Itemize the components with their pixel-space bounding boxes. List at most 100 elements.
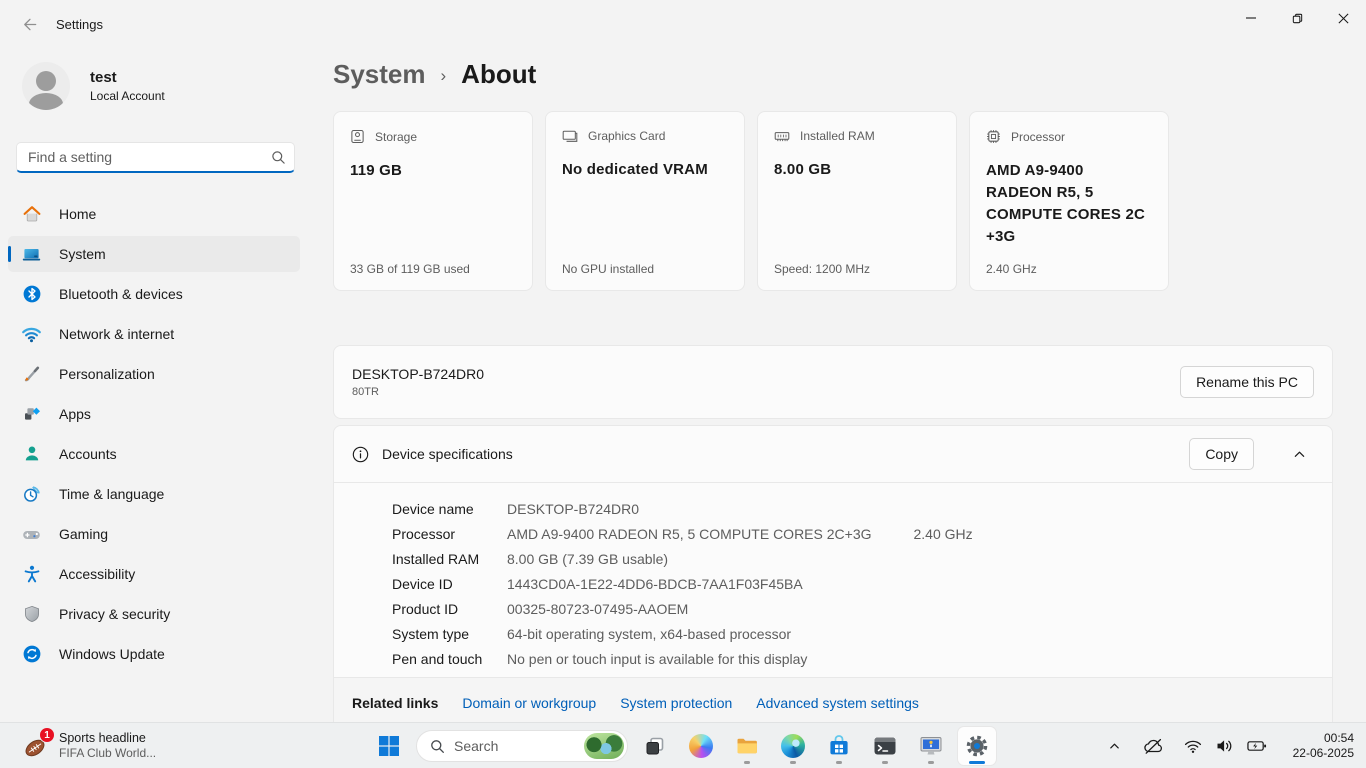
- running-indicator: [790, 761, 796, 764]
- card-footer: Speed: 1200 MHz: [774, 262, 870, 276]
- search-icon: [430, 739, 445, 754]
- link-domain-workgroup[interactable]: Domain or workgroup: [462, 695, 596, 711]
- sidebar-item-privacy-security[interactable]: Privacy & security: [8, 596, 300, 632]
- ram-icon: [774, 130, 790, 143]
- sidebar-item-system[interactable]: System: [8, 236, 300, 272]
- copilot-button[interactable]: [682, 727, 720, 765]
- back-button[interactable]: [12, 7, 46, 41]
- card-footer: 33 GB of 119 GB used: [350, 262, 470, 276]
- wifi-tray-button[interactable]: [1177, 730, 1209, 762]
- edge-button[interactable]: [774, 727, 812, 765]
- windows-logo-icon: [378, 735, 400, 757]
- breadcrumb-system[interactable]: System: [333, 59, 426, 90]
- settings-button[interactable]: [958, 727, 996, 765]
- sidebar-item-label: Network & internet: [59, 326, 174, 342]
- processor-card: Processor AMD A9-9400 RADEON R5, 5 COMPU…: [969, 111, 1169, 291]
- device-model: 80TR: [352, 386, 484, 398]
- rename-pc-button[interactable]: Rename this PC: [1180, 366, 1314, 398]
- restore-button[interactable]: [1274, 0, 1320, 36]
- sidebar-item-personalization[interactable]: Personalization: [8, 356, 300, 392]
- card-label: Processor: [1011, 130, 1065, 144]
- taskbar-search-placeholder: Search: [454, 738, 575, 754]
- link-advanced-system-settings[interactable]: Advanced system settings: [756, 695, 919, 711]
- sidebar-item-gaming[interactable]: Gaming: [8, 516, 300, 552]
- sidebar: test Local Account Home: [0, 48, 316, 722]
- collapse-button[interactable]: [1276, 437, 1322, 471]
- account-type: Local Account: [90, 89, 165, 103]
- task-view-icon: [644, 735, 666, 757]
- minimize-icon: [1245, 12, 1257, 24]
- running-indicator: [928, 761, 934, 764]
- tray-date: 22-06-2025: [1280, 746, 1354, 761]
- taskbar-search[interactable]: Search: [416, 730, 628, 762]
- edge-icon: [781, 734, 805, 758]
- sidebar-item-network-internet[interactable]: Network & internet: [8, 316, 300, 352]
- close-button[interactable]: [1320, 0, 1366, 36]
- titlebar: Settings: [0, 0, 1366, 48]
- account-name: test: [90, 69, 165, 87]
- copy-button[interactable]: Copy: [1189, 438, 1254, 470]
- tray-chevron-button[interactable]: [1101, 730, 1128, 762]
- sidebar-item-bluetooth-devices[interactable]: Bluetooth & devices: [8, 276, 300, 312]
- battery-tray-button[interactable]: [1240, 730, 1274, 762]
- device-name-card: DESKTOP-B724DR0 80TR Rename this PC: [333, 345, 1333, 419]
- spec-row-system-type: System type 64-bit operating system, x64…: [392, 621, 1332, 646]
- sidebar-item-accessibility[interactable]: Accessibility: [8, 556, 300, 592]
- sidebar-item-label: Gaming: [59, 526, 108, 542]
- task-view-button[interactable]: [636, 727, 674, 765]
- card-label: Graphics Card: [588, 129, 665, 143]
- sidebar-item-time-language[interactable]: Time & language: [8, 476, 300, 512]
- spec-row-product-id: Product ID 00325-80723-07495-AAOEM: [392, 596, 1332, 621]
- specs-table: Device name DESKTOP-B724DR0 Processor AM…: [334, 483, 1332, 671]
- card-value: No dedicated VRAM: [562, 159, 728, 181]
- close-icon: [1337, 12, 1350, 25]
- file-explorer-button[interactable]: [728, 727, 766, 765]
- minimize-button[interactable]: [1228, 0, 1274, 36]
- breadcrumb: System › About: [333, 59, 536, 90]
- widget-subtitle: FIFA Club World...: [59, 746, 156, 761]
- graphics-card-card: Graphics Card No dedicated VRAM No GPU i…: [545, 111, 745, 291]
- settings-gear-icon: [965, 734, 989, 758]
- card-value: AMD A9-9400 RADEON R5, 5 COMPUTE CORES 2…: [986, 160, 1152, 248]
- sidebar-item-home[interactable]: Home: [8, 196, 300, 232]
- sidebar-item-windows-update[interactable]: Windows Update: [8, 636, 300, 672]
- volume-icon: [1216, 738, 1233, 754]
- sidebar-item-accounts[interactable]: Accounts: [8, 436, 300, 472]
- volume-tray-button[interactable]: [1209, 730, 1240, 762]
- sidebar-item-apps[interactable]: Apps: [8, 396, 300, 432]
- start-button[interactable]: [370, 727, 408, 765]
- taskbar: 1 Sports headline FIFA Club World... Sea…: [0, 722, 1366, 768]
- summary-cards: Storage 119 GB 33 GB of 119 GB used Grap…: [333, 111, 1169, 291]
- sidebar-item-label: Windows Update: [59, 646, 165, 662]
- wifi-icon: [1184, 738, 1202, 754]
- terminal-button[interactable]: [866, 727, 904, 765]
- microsoft-store-button[interactable]: [820, 727, 858, 765]
- widgets-button[interactable]: 1 Sports headline FIFA Club World...: [14, 727, 162, 765]
- search-icon: [271, 150, 286, 165]
- sidebar-item-label: Home: [59, 206, 96, 222]
- running-indicator: [744, 761, 750, 764]
- onedrive-tray-button[interactable]: [1136, 730, 1171, 762]
- settings-search-box[interactable]: [16, 142, 295, 173]
- gaming-icon: [21, 524, 42, 545]
- clock[interactable]: 00:54 22-06-2025: [1280, 731, 1360, 761]
- settings-search-input[interactable]: [28, 149, 271, 165]
- system-info-button[interactable]: [912, 727, 950, 765]
- app-title: Settings: [56, 17, 103, 32]
- restore-icon: [1291, 12, 1304, 25]
- running-indicator: [836, 761, 842, 764]
- processor-icon: [986, 129, 1001, 144]
- breadcrumb-separator: ›: [441, 66, 447, 86]
- chevron-up-icon: [1108, 740, 1121, 753]
- search-highlight-image: [584, 733, 624, 759]
- device-specifications-header[interactable]: Device specifications Copy: [334, 426, 1332, 483]
- battery-charging-icon: [1247, 739, 1267, 753]
- account-block[interactable]: test Local Account: [22, 62, 165, 110]
- sidebar-item-label: Time & language: [59, 486, 164, 502]
- link-system-protection[interactable]: System protection: [620, 695, 732, 711]
- system-icon: [21, 244, 42, 265]
- bluetooth-icon: [21, 284, 42, 305]
- spec-row-processor: Processor AMD A9-9400 RADEON R5, 5 COMPU…: [392, 521, 1332, 546]
- sidebar-item-label: System: [59, 246, 106, 262]
- system-info-icon: [919, 734, 943, 758]
